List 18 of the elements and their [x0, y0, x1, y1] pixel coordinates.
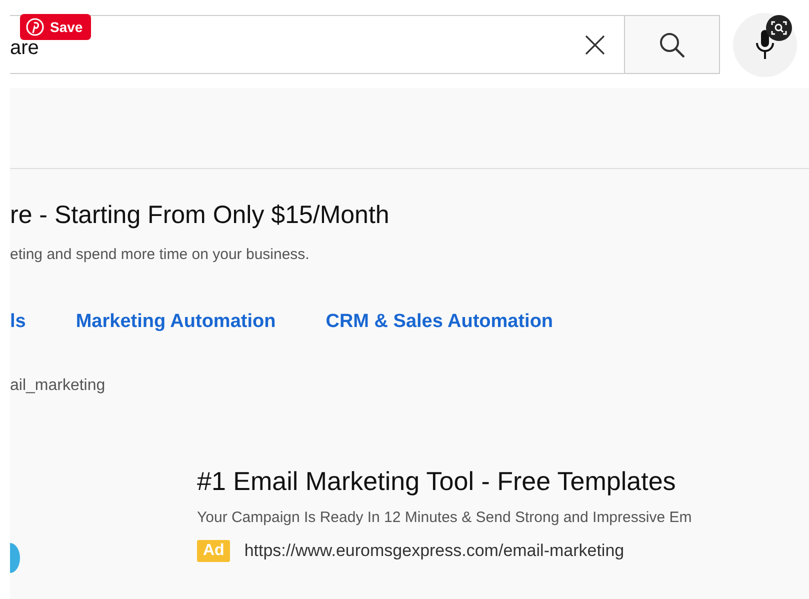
- ad-title[interactable]: #1 Email Marketing Tool - Free Templates: [197, 465, 692, 497]
- search-icon: [658, 30, 686, 58]
- channel-avatar-icon: [10, 543, 20, 573]
- search-query: are: [10, 37, 39, 60]
- ad-description: eting and spend more time on your business.: [10, 246, 310, 263]
- sitelink[interactable]: Marketing Automation: [76, 311, 276, 333]
- ad-description: Your Campaign Is Ready In 12 Minutes & Send Strong and Impressive Em: [197, 509, 692, 526]
- ad-title[interactable]: re - Starting From Only $15/Month: [10, 199, 809, 231]
- save-button[interactable]: Save: [20, 14, 91, 40]
- sitelink[interactable]: CRM & Sales Automation: [326, 311, 554, 333]
- ad-label: Ad: [197, 540, 230, 562]
- ad-url: ail_marketing: [10, 377, 106, 395]
- ad-url: https://www.euromsgexpress.com/email-marketing: [244, 541, 624, 561]
- sitelink[interactable]: ls: [10, 311, 26, 333]
- close-icon: [584, 34, 606, 56]
- pin-icon: [26, 18, 44, 36]
- search-button[interactable]: [624, 15, 720, 74]
- visual-search-icon[interactable]: [766, 15, 792, 41]
